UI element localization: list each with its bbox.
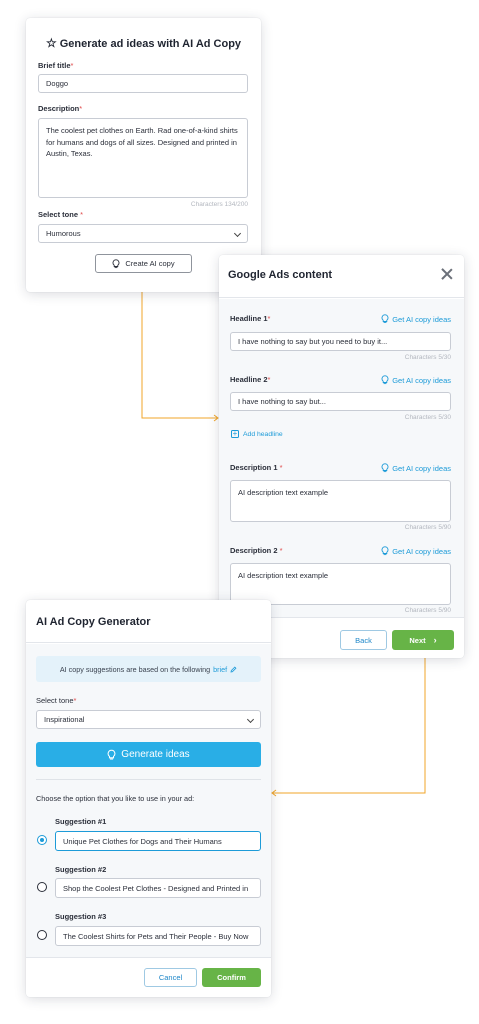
description1-textarea[interactable]: AI description text example	[230, 480, 451, 522]
brief-link[interactable]: brief	[213, 665, 227, 674]
generator-tone-select[interactable]: Inspirational	[36, 710, 261, 729]
lightbulb-icon	[381, 314, 389, 324]
generator-header: AI Ad Copy Generator	[26, 600, 271, 643]
brief-title-input[interactable]: Doggo	[38, 74, 248, 93]
headline1-label: Headline 1*	[230, 314, 271, 323]
generator-tone-label: Select tone*	[36, 696, 77, 705]
suggestion2-radio[interactable]	[37, 882, 47, 892]
description2-label: Description 2 *	[230, 546, 283, 555]
lightbulb-icon	[381, 546, 389, 556]
add-headline-button[interactable]: + Add headline	[231, 430, 283, 438]
lightbulb-icon	[381, 375, 389, 385]
back-button[interactable]: Back	[340, 630, 387, 650]
headline2-char-counter: Characters 5/30	[404, 414, 451, 421]
cancel-button[interactable]: Cancel	[144, 968, 197, 987]
chevron-down-icon	[246, 715, 255, 723]
google-ads-header: Google Ads content	[219, 255, 464, 298]
suggestion1-radio[interactable]	[37, 835, 47, 845]
google-ads-title: Google Ads content	[228, 269, 333, 281]
divider	[36, 779, 261, 780]
lightbulb-icon	[112, 258, 120, 268]
google-ads-body: Headline 1* Get AI copy ideas I have not…	[219, 299, 464, 617]
plus-icon: +	[231, 429, 239, 438]
pencil-icon[interactable]	[230, 666, 237, 673]
headline1-get-ai-ideas-link[interactable]: Get AI copy ideas	[381, 314, 451, 324]
suggestion2-input[interactable]: Shop the Coolest Pet Clothes - Designed …	[55, 878, 261, 898]
headline2-label: Headline 2*	[230, 375, 271, 384]
generator-footer: Cancel Confirm	[26, 957, 271, 997]
description-char-counter: Characters 134/200	[190, 201, 248, 208]
description2-textarea[interactable]: AI description text example	[230, 563, 451, 605]
lightbulb-icon	[381, 463, 389, 473]
suggestion1-label: Suggestion #1	[55, 817, 107, 826]
description1-label: Description 1 *	[230, 463, 283, 472]
choose-option-text: Choose the option that you like to use i…	[36, 794, 195, 803]
tone-label: Select tone *	[38, 210, 84, 219]
generate-ideas-button[interactable]: Generate ideas	[36, 742, 261, 767]
description-textarea[interactable]: The coolest pet clothes on Earth. Rad on…	[38, 118, 248, 198]
ad-brief-title-row: ☆ Generate ad ideas with AI Ad Copy	[26, 36, 261, 50]
google-ads-content-card: Google Ads content Headline 1* Get AI co…	[219, 255, 464, 658]
chevron-right-icon: ›	[433, 635, 437, 645]
ad-brief-card: ☆ Generate ad ideas with AI Ad Copy Brief…	[26, 18, 261, 292]
next-button[interactable]: Next ›	[392, 630, 454, 650]
info-text: AI copy suggestions are based on the fol…	[59, 664, 211, 674]
headline2-input[interactable]: I have nothing to say but...	[230, 392, 451, 411]
brief-title-label: Brief title*	[38, 61, 74, 70]
lightbulb-icon	[107, 749, 116, 760]
suggestion3-input[interactable]: The Coolest Shirts for Pets and Their Pe…	[55, 926, 261, 946]
create-ai-copy-button[interactable]: Create AI copy	[95, 254, 192, 273]
brief-info-banner: AI copy suggestions are based on the fol…	[36, 656, 261, 682]
suggestion1-input[interactable]: Unique Pet Clothes for Dogs and Their Hu…	[55, 831, 261, 851]
description1-char-counter: Characters 5/90	[404, 524, 451, 531]
suggestion3-label: Suggestion #3	[55, 912, 107, 921]
star-icon: ☆	[45, 36, 57, 50]
tone-select[interactable]: Humorous	[38, 224, 248, 243]
close-icon[interactable]	[440, 267, 454, 281]
description2-get-ai-ideas-link[interactable]: Get AI copy ideas	[381, 546, 451, 556]
description1-get-ai-ideas-link[interactable]: Get AI copy ideas	[381, 463, 451, 473]
description-label: Description*	[38, 104, 83, 113]
ad-brief-title: Generate ad ideas with AI Ad Copy	[59, 38, 242, 50]
headline2-get-ai-ideas-link[interactable]: Get AI copy ideas	[381, 375, 451, 385]
suggestion2-label: Suggestion #2	[55, 865, 107, 874]
ai-ad-copy-generator-card: AI Ad Copy Generator AI copy suggestions…	[26, 600, 271, 997]
headline1-input[interactable]: I have nothing to say but you need to bu…	[230, 332, 451, 351]
generator-title: AI Ad Copy Generator	[36, 616, 151, 628]
chevron-down-icon	[233, 229, 242, 237]
generator-body: AI copy suggestions are based on the fol…	[26, 644, 271, 957]
suggestion3-radio[interactable]	[37, 930, 47, 940]
confirm-button[interactable]: Confirm	[202, 968, 261, 987]
headline1-char-counter: Characters 5/30	[404, 354, 451, 361]
